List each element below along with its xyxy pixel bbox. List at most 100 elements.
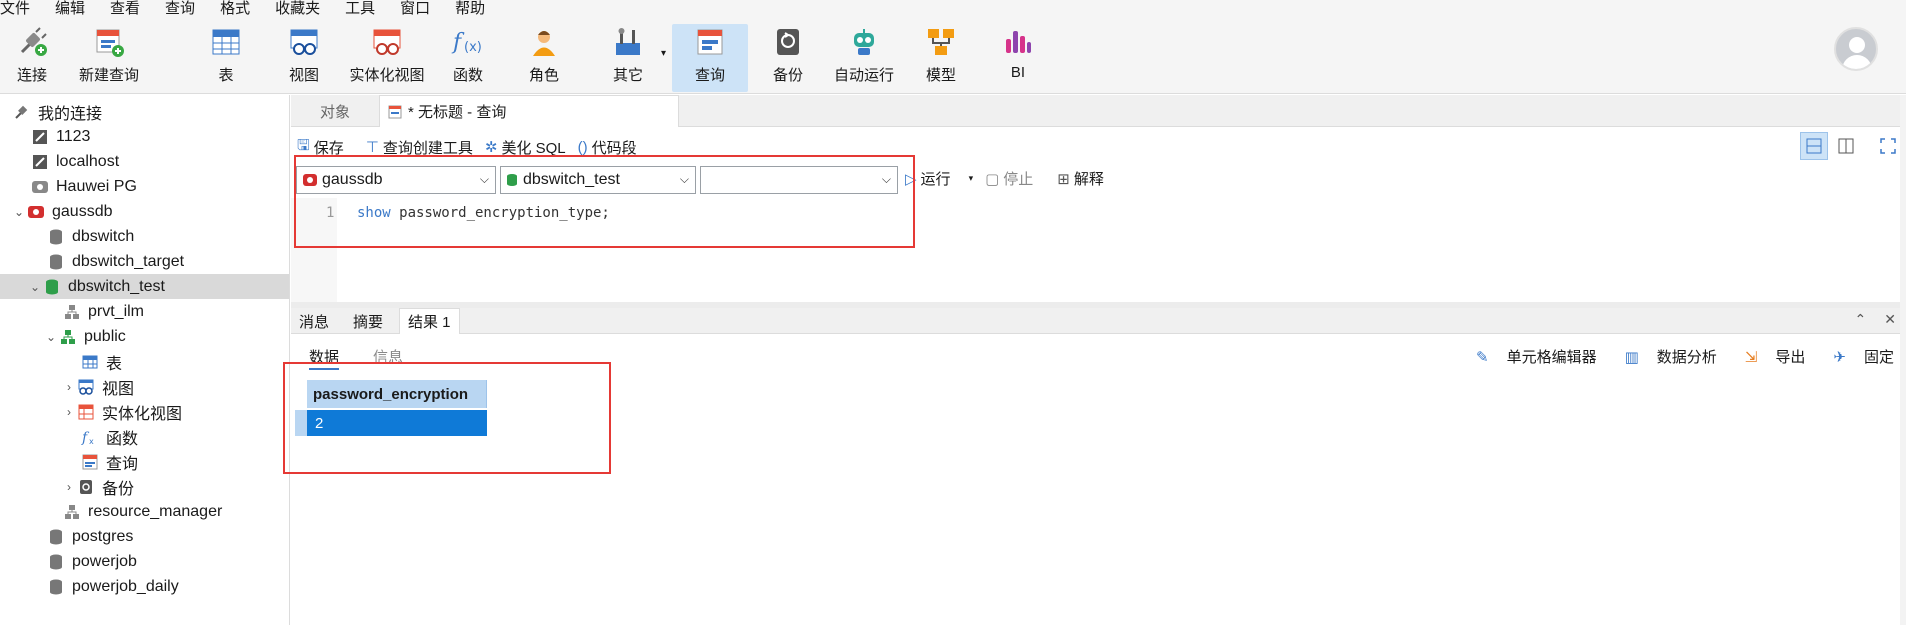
vertical-scrollbar[interactable] (1900, 95, 1906, 625)
split-horizontal-icon[interactable] (1800, 132, 1828, 160)
menu-window[interactable]: 窗口 (400, 0, 430, 18)
menu-file[interactable]: 文件 (0, 0, 30, 18)
row-marker[interactable] (295, 410, 307, 436)
chevron-down-icon: ⌵ (479, 172, 489, 186)
parentheses-icon: () (577, 138, 588, 156)
pin-button[interactable]: ✈ 固定 (1819, 346, 1894, 367)
snippet-button[interactable]: () 代码段 (578, 137, 637, 158)
chevron-up-icon[interactable]: ⌃ (1855, 311, 1867, 328)
materialized-view-button[interactable]: 实体化视图 (347, 24, 427, 90)
schema-icon (62, 503, 82, 521)
tree-item-hauwei-pg[interactable]: Hauwei PG (0, 174, 289, 199)
chevron-down-icon[interactable]: ▾ (969, 173, 974, 184)
close-icon[interactable]: ✕ (1884, 311, 1896, 328)
tab-result-1[interactable]: 结果 1 (399, 308, 460, 334)
bar-chart-icon: ▥ (1624, 348, 1639, 366)
schema-icon (58, 328, 78, 346)
connection-select[interactable]: gaussdb ⌵ (296, 166, 496, 194)
plug-icon (12, 24, 52, 60)
schema-select[interactable]: ⌵ (700, 166, 898, 194)
chevron-right-icon[interactable]: › (62, 480, 76, 494)
user-avatar[interactable] (1834, 27, 1878, 71)
tree-root[interactable]: 我的连接 (0, 99, 289, 124)
connect-button[interactable]: 连接 (8, 24, 56, 90)
sql-editor[interactable]: 1 show password_encryption_type; (291, 198, 1906, 302)
tree-item-queries[interactable]: 查询 (0, 449, 289, 474)
tree-item-tables[interactable]: 表 (0, 349, 289, 374)
database-select[interactable]: dbswitch_test ⌵ (500, 166, 696, 194)
table-button[interactable]: 表 (206, 24, 246, 90)
save-button[interactable]: 🖫 保存 (297, 135, 344, 160)
menu-favorites[interactable]: 收藏夹 (275, 0, 320, 18)
connection-icon (30, 128, 50, 146)
subtab-info[interactable]: 信息 (373, 346, 403, 370)
tab-query[interactable]: * 无标题 - 查询 (379, 95, 679, 127)
subtab-data[interactable]: 数据 (309, 346, 340, 370)
chevron-down-icon[interactable]: ⌄ (44, 330, 58, 344)
tree-item-dbswitch-target[interactable]: dbswitch_target (0, 249, 289, 274)
chevron-down-icon: ⌵ (881, 172, 891, 186)
tab-messages[interactable]: 消息 (291, 308, 337, 334)
tree-item-views[interactable]: › 视图 (0, 374, 289, 399)
tree-item-localhost[interactable]: localhost (0, 149, 289, 174)
menu-tools[interactable]: 工具 (345, 0, 375, 18)
menu-format[interactable]: 格式 (220, 0, 250, 18)
data-analysis-button[interactable]: ▥ 数据分析 (1611, 346, 1717, 367)
menu-bar: 文件 编辑 查看 查询 格式 收藏夹 工具 窗口 帮助 (0, 0, 1906, 18)
sql-code[interactable]: show password_encryption_type; (357, 205, 610, 221)
bi-button[interactable]: BI (998, 24, 1038, 90)
chevron-down-icon[interactable]: ⌄ (12, 205, 26, 219)
chevron-right-icon[interactable]: › (62, 405, 76, 419)
tab-objects[interactable]: 对象 (291, 95, 379, 127)
fullscreen-icon[interactable] (1874, 132, 1902, 160)
tree-item-powerjob[interactable]: powerjob (0, 549, 289, 574)
beautify-sql-button[interactable]: ✲ 美化 SQL (485, 137, 566, 158)
chevron-right-icon[interactable]: › (62, 380, 76, 394)
query-button[interactable]: 查询 (672, 24, 748, 92)
table-cell[interactable]: 2 (307, 410, 487, 436)
export-button[interactable]: ⇲ 导出 (1731, 346, 1806, 367)
auto-run-button[interactable]: 自动运行 (832, 24, 896, 90)
stop-button[interactable]: ▢ 停止 (985, 168, 1045, 189)
backup-button[interactable]: 备份 (768, 24, 808, 90)
run-button[interactable]: ▷ 运行 ▾ (905, 168, 973, 189)
view-button[interactable]: 视图 (284, 24, 324, 90)
materialized-view-icon (367, 24, 407, 60)
tree-item-powerjob-daily[interactable]: powerjob_daily (0, 574, 289, 599)
tree-item-prvt-ilm[interactable]: prvt_ilm (0, 299, 289, 324)
tree-item-backups[interactable]: › 备份 (0, 474, 289, 499)
function-button[interactable]: f (x) 函数 (448, 24, 488, 90)
tree-item-materialized-views[interactable]: › 实体化视图 (0, 399, 289, 424)
play-icon: ▷ (905, 170, 917, 188)
tab-summary[interactable]: 摘要 (345, 308, 391, 334)
tree-item-1123[interactable]: 1123 (0, 124, 289, 149)
cell-editor-button[interactable]: ✎ 单元格编辑器 (1462, 346, 1597, 367)
builder-icon: ⊤ (365, 139, 379, 156)
new-query-button[interactable]: 新建查询 (74, 24, 144, 90)
edit-icon: ✎ (1476, 348, 1489, 366)
menu-view[interactable]: 查看 (110, 0, 140, 18)
connection-selectors: gaussdb ⌵ dbswitch_test ⌵ ⌵ (296, 166, 902, 194)
menu-query[interactable]: 查询 (165, 0, 195, 18)
explain-button[interactable]: ⊞ 解释 (1057, 168, 1116, 189)
query-builder-button[interactable]: ⊤ 查询创建工具 (366, 137, 473, 158)
tree-item-functions[interactable]: fx 函数 (0, 424, 289, 449)
chevron-down-icon[interactable]: ⌄ (28, 280, 42, 294)
tree-item-gaussdb[interactable]: ⌄ gaussdb (0, 199, 289, 224)
sparkle-icon: ✲ (484, 139, 498, 156)
tree-item-resource-manager[interactable]: resource_manager (0, 499, 289, 524)
menu-help[interactable]: 帮助 (455, 0, 485, 18)
user-icon (524, 24, 564, 60)
split-vertical-icon[interactable] (1832, 132, 1860, 160)
result-subtabs: 数据 信息 ✎ 单元格编辑器 ▥ 数据分析 ⇲ 导出 ✈ 固定 (291, 340, 1906, 370)
menu-edit[interactable]: 编辑 (55, 0, 85, 18)
tree-item-dbswitch[interactable]: dbswitch (0, 224, 289, 249)
column-header[interactable]: password_encryption (307, 380, 487, 408)
tree-item-dbswitch-test[interactable]: ⌄ dbswitch_test (0, 274, 289, 299)
tree-item-postgres[interactable]: postgres (0, 524, 289, 549)
tree-item-public[interactable]: ⌄ public (0, 324, 289, 349)
role-button[interactable]: 角色 (524, 24, 564, 90)
model-button[interactable]: 模型 (921, 24, 961, 90)
other-dropdown-arrow[interactable]: ▾ (661, 48, 666, 59)
other-button[interactable]: 其它 (606, 24, 650, 90)
